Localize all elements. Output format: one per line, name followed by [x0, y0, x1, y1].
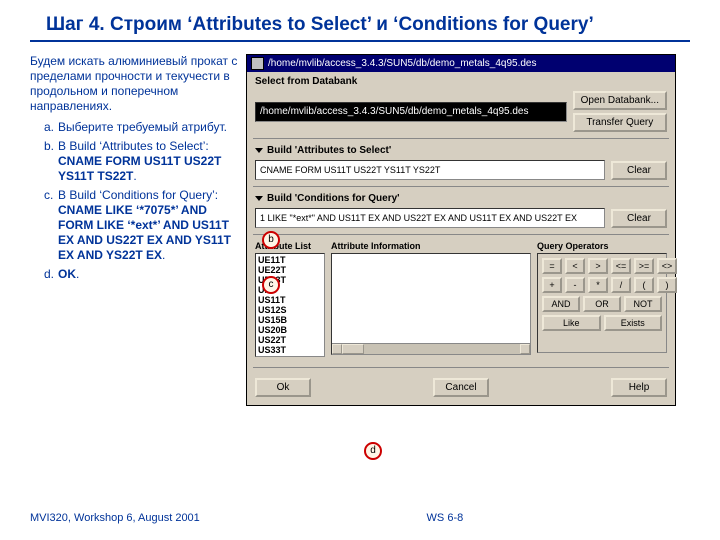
intro-text: Будем искать алюминиевый прокат с предел… — [30, 54, 240, 114]
clear-conditions-button[interactable]: Clear — [611, 209, 667, 228]
app-window: /home/mvlib/access_3.4.3/SUN5/db/demo_me… — [246, 54, 676, 406]
window-titlebar: /home/mvlib/access_3.4.3/SUN5/db/demo_me… — [247, 55, 675, 72]
op-lte-button[interactable]: <= — [611, 258, 631, 274]
op-minus-button[interactable]: - — [565, 277, 585, 293]
step-b: b. В Build ‘Attributes to Select’: CNAME… — [44, 139, 240, 184]
op-div-button[interactable]: / — [611, 277, 631, 293]
attribute-info-box[interactable] — [331, 253, 531, 355]
query-operators-panel: Query Operators = < > <= >= <> + - * / — [537, 241, 667, 357]
step-a: a. Выберите требуемый атрибут. — [44, 120, 240, 135]
help-button[interactable]: Help — [611, 378, 667, 397]
conditions-for-query-field[interactable]: 1 LIKE "*ext*" AND US11T EX AND US22T EX… — [255, 208, 605, 228]
op-or-button[interactable]: OR — [583, 296, 621, 312]
separator — [253, 186, 669, 187]
list-item[interactable]: US15B — [258, 315, 322, 325]
op-lparen-button[interactable]: ( — [634, 277, 654, 293]
list-item[interactable]: UE22T — [258, 265, 322, 275]
step-letter: d. — [44, 267, 54, 282]
step-letter: a. — [44, 120, 54, 135]
system-menu-icon[interactable] — [251, 57, 264, 70]
scroll-right-icon[interactable] — [520, 344, 530, 354]
callout-b: b — [262, 231, 280, 249]
list-item[interactable]: US22T — [258, 335, 322, 345]
separator — [253, 367, 669, 368]
cancel-button[interactable]: Cancel — [433, 378, 489, 397]
chevron-down-icon — [255, 196, 263, 201]
slide-footer: MVI320, Workshop 6, August 2001 WS 6-8 — [30, 512, 690, 524]
step-a-text: Выберите требуемый атрибут. — [58, 120, 227, 134]
build-conditions-header[interactable]: Build 'Conditions for Query' — [247, 191, 675, 206]
ok-button[interactable]: Ok — [255, 378, 311, 397]
chevron-down-icon — [255, 148, 263, 153]
step-d-bold: OK — [58, 267, 76, 281]
step-d: d. OK. — [44, 267, 240, 282]
steps-list: a. Выберите требуемый атрибут. b. В Buil… — [30, 120, 240, 282]
op-rparen-button[interactable]: ) — [657, 277, 677, 293]
scroll-thumb[interactable] — [342, 344, 364, 354]
separator — [253, 234, 669, 235]
horizontal-scrollbar[interactable] — [332, 343, 530, 354]
databank-row: /home/mvlib/access_3.4.3/SUN5/db/demo_me… — [247, 89, 675, 134]
step-c-bold: CNAME LIKE ‘*7075*’ AND FORM LIKE ‘*ext*… — [58, 203, 231, 262]
window-title-text: /home/mvlib/access_3.4.3/SUN5/db/demo_me… — [268, 58, 536, 69]
list-item[interactable]: US33T — [258, 345, 322, 355]
op-like-button[interactable]: Like — [542, 315, 601, 331]
instructions-column: Будем искать алюминиевый прокат с предел… — [30, 54, 240, 406]
attribute-listbox[interactable]: UE11T UE22T UE33T UNS US11T US12S US15B … — [255, 253, 325, 357]
callout-c: c — [262, 276, 280, 294]
attributes-field-row: CNAME FORM US11T US22T YS11T YS22T Clear — [247, 158, 675, 182]
build-conditions-label: Build 'Conditions for Query' — [267, 193, 400, 204]
attribute-area: Attribute List UE11T UE22T UE33T UNS US1… — [247, 239, 675, 363]
step-letter: b. — [44, 139, 54, 154]
databank-path-field[interactable]: /home/mvlib/access_3.4.3/SUN5/db/demo_me… — [255, 102, 567, 122]
op-gte-button[interactable]: >= — [634, 258, 654, 274]
attribute-list-panel: Attribute List UE11T UE22T UE33T UNS US1… — [255, 241, 325, 357]
list-item[interactable]: US20B — [258, 325, 322, 335]
op-mult-button[interactable]: * — [588, 277, 608, 293]
clear-attributes-button[interactable]: Clear — [611, 161, 667, 180]
op-eq-button[interactable]: = — [542, 258, 562, 274]
step-letter: c. — [44, 188, 53, 203]
separator — [253, 138, 669, 139]
list-item[interactable]: US12S — [258, 305, 322, 315]
build-attributes-header[interactable]: Build 'Attributes to Select' — [247, 143, 675, 158]
callout-d: d — [364, 442, 382, 460]
op-ne-button[interactable]: <> — [657, 258, 677, 274]
step-c: c. В Build ‘Conditions for Query’: CNAME… — [44, 188, 240, 263]
op-exists-button[interactable]: Exists — [604, 315, 663, 331]
transfer-query-button[interactable]: Transfer Query — [573, 113, 667, 132]
op-lt-button[interactable]: < — [565, 258, 585, 274]
body-area: Будем искать алюминиевый прокат с предел… — [0, 42, 720, 406]
build-attributes-label: Build 'Attributes to Select' — [267, 145, 391, 156]
attributes-to-select-field[interactable]: CNAME FORM US11T US22T YS11T YS22T — [255, 160, 605, 180]
step-b-bold: CNAME FORM US11T US22T YS11T TS22T — [58, 154, 221, 183]
op-gt-button[interactable]: > — [588, 258, 608, 274]
attribute-info-label: Attribute Information — [331, 241, 531, 251]
footer-left: MVI320, Workshop 6, August 2001 — [30, 512, 200, 524]
step-c-lead: В Build ‘Conditions for Query’: — [58, 188, 218, 202]
dialog-button-row: Ok Cancel Help — [247, 372, 675, 405]
conditions-field-row: 1 LIKE "*ext*" AND US11T EX AND US22T EX… — [247, 206, 675, 230]
attribute-info-panel: Attribute Information — [331, 241, 531, 357]
list-item[interactable]: US11T — [258, 295, 322, 305]
scroll-left-icon[interactable] — [332, 344, 342, 354]
query-operators-label: Query Operators — [537, 241, 667, 251]
slide-title: Шаг 4. Строим ‘Attributes to Select’ и ‘… — [0, 0, 720, 40]
list-item[interactable]: UE11T — [258, 255, 322, 265]
operators-grid: = < > <= >= <> + - * / ( ) — [537, 253, 667, 353]
op-and-button[interactable]: AND — [542, 296, 580, 312]
select-from-databank-header: Select from Databank — [247, 72, 675, 89]
op-not-button[interactable]: NOT — [624, 296, 662, 312]
step-b-lead: В Build ‘Attributes to Select’: — [58, 139, 209, 153]
op-plus-button[interactable]: + — [542, 277, 562, 293]
open-databank-button[interactable]: Open Databank... — [573, 91, 667, 110]
